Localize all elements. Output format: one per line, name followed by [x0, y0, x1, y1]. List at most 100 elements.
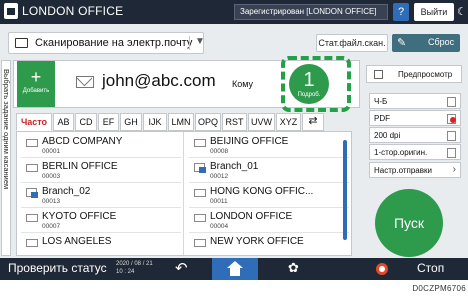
- time: 10 : 24: [116, 269, 135, 275]
- date: 2020 / 08 / 21: [116, 261, 153, 267]
- tab-frequent[interactable]: Часто: [16, 113, 52, 131]
- address-entry[interactable]: BERLIN OFFICE 00003: [21, 159, 181, 183]
- mail-icon: [26, 164, 38, 172]
- tab-gh[interactable]: GH: [120, 113, 142, 131]
- scanner-icon: [15, 38, 28, 48]
- entry-id: 00013: [42, 198, 61, 205]
- scan-mode-label: Сканирование на электр.почту: [35, 37, 193, 49]
- switch-list-icon[interactable]: ⇄: [302, 113, 324, 131]
- scan-file-status-button[interactable]: Стат.файл.скан.: [316, 34, 388, 52]
- color-mode-value: Ч-Б: [374, 97, 388, 106]
- send-settings-label: Настр.отправки: [374, 166, 432, 175]
- check-status-button[interactable]: Проверить статус: [8, 261, 107, 275]
- tab-ab[interactable]: AB: [53, 113, 74, 131]
- group-icon: [194, 163, 206, 173]
- document-icon: [447, 97, 456, 107]
- preview-toggle[interactable]: Предпросмотр: [366, 65, 462, 83]
- entry-name: KYOTO OFFICE: [42, 211, 117, 222]
- highlight-frame: [281, 56, 351, 112]
- address-entry[interactable]: LOS ANGELES: [21, 234, 181, 255]
- stop-button[interactable]: Стоп: [417, 261, 444, 275]
- entry-id: 00012: [210, 173, 229, 180]
- address-entry[interactable]: BEIJING OFFICE 00008: [189, 134, 349, 158]
- entry-id: 00003: [42, 173, 61, 180]
- original-sides-value: 1-стор.оригин.: [374, 148, 428, 157]
- address-list: ABCD COMPANY 00001 BERLIN OFFICE 00003 B…: [16, 131, 352, 256]
- entry-id: 00004: [210, 223, 229, 230]
- group-icon: [26, 188, 38, 198]
- original-sides-setting[interactable]: 1-стор.оригин.: [369, 144, 461, 160]
- entry-name: Branch_01: [210, 161, 259, 172]
- address-entry[interactable]: HONG KONG OFFIC... 00011: [189, 184, 349, 208]
- back-icon[interactable]: ↶: [175, 259, 188, 277]
- entry-name: LOS ANGELES: [42, 236, 112, 247]
- mail-icon: [194, 139, 206, 147]
- address-index-tabs: Часто AB CD EF GH IJK LMN OPQ RST UVW XY…: [16, 113, 346, 131]
- top-bar: LONDON OFFICE Зарегистрирован [LONDON OF…: [0, 0, 468, 24]
- address-entry[interactable]: ABCD COMPANY 00001: [21, 134, 181, 158]
- to-label: Кому: [232, 79, 254, 89]
- color-mode-setting[interactable]: Ч-Б: [369, 93, 461, 109]
- gear-icon[interactable]: ✿: [288, 260, 299, 276]
- mail-icon: [26, 139, 38, 147]
- pdf-icon: [447, 114, 456, 124]
- entry-id: 00007: [42, 223, 61, 230]
- tab-xyz[interactable]: XYZ: [276, 113, 301, 131]
- preview-label: Предпросмотр: [398, 70, 453, 79]
- tab-lmn[interactable]: LMN: [168, 113, 194, 131]
- address-entry[interactable]: KYOTO OFFICE 00007: [21, 209, 181, 233]
- home-icon: [227, 261, 243, 268]
- energy-saver-icon[interactable]: ☾: [457, 3, 468, 21]
- stop-icon[interactable]: [376, 263, 388, 275]
- logout-button[interactable]: Выйти: [414, 3, 454, 21]
- address-entry[interactable]: Branch_01 00012: [189, 159, 349, 183]
- column-divider: [183, 132, 184, 255]
- chevron-down-icon[interactable]: ▼: [189, 36, 205, 50]
- bottom-bar: Проверить статус 2020 / 08 / 21 10 : 24 …: [0, 258, 468, 280]
- mail-icon: [26, 214, 38, 222]
- add-destination-button[interactable]: + Добавить: [17, 61, 55, 107]
- send-settings-button[interactable]: Настр.отправки ›: [369, 162, 461, 178]
- resolution-icon: [447, 131, 456, 141]
- printer-icon: [4, 3, 18, 19]
- reset-button[interactable]: ✎ Сброс: [392, 34, 460, 52]
- file-type-setting[interactable]: PDF: [369, 110, 461, 126]
- date-time: 2020 / 08 / 21 10 : 24: [116, 260, 153, 276]
- entry-name: ABCD COMPANY: [42, 136, 123, 147]
- help-button[interactable]: ?: [393, 3, 409, 21]
- plus-icon: +: [30, 67, 42, 87]
- entry-name: BEIJING OFFICE: [210, 136, 289, 147]
- pencil-icon: ✎: [397, 37, 407, 49]
- figure-code: D0CZPM6706: [412, 284, 466, 293]
- one-touch-job-label: Выбрать задание одним касанием: [2, 69, 11, 190]
- scan-mode-select[interactable]: Сканирование на электр.почту ▼: [8, 32, 205, 54]
- tab-cd[interactable]: CD: [75, 113, 97, 131]
- entry-id: 00008: [210, 148, 229, 155]
- home-icon-body: [230, 268, 240, 276]
- resolution-setting[interactable]: 200 dpi: [369, 127, 461, 143]
- mail-icon: [194, 189, 206, 197]
- preview-checkbox[interactable]: [374, 70, 383, 79]
- entry-name: LONDON OFFICE: [210, 211, 293, 222]
- destination-entry[interactable]: john@abc.com: [64, 68, 220, 94]
- home-button[interactable]: [212, 258, 258, 280]
- page-icon: [447, 148, 456, 158]
- tab-uvw[interactable]: UVW: [248, 113, 275, 131]
- address-entry[interactable]: LONDON OFFICE 00004: [189, 209, 349, 233]
- tab-rst[interactable]: RST: [222, 113, 247, 131]
- address-entry[interactable]: NEW YORK OFFICE: [189, 234, 349, 255]
- mail-icon: [194, 239, 206, 247]
- entry-name: BERLIN OFFICE: [42, 161, 118, 172]
- address-entry[interactable]: Branch_02 00013: [21, 184, 181, 208]
- tab-ijk[interactable]: IJK: [143, 113, 167, 131]
- tab-opq[interactable]: OPQ: [195, 113, 221, 131]
- entry-name: Branch_02: [42, 186, 91, 197]
- envelope-icon: [76, 76, 94, 88]
- address-list-scrollbar[interactable]: [343, 140, 347, 240]
- one-touch-job-tab[interactable]: Выбрать задание одним касанием: [1, 60, 11, 256]
- start-button[interactable]: Пуск: [375, 189, 443, 257]
- login-status[interactable]: Зарегистрирован [LONDON OFFICE]: [234, 4, 388, 20]
- entry-name: HONG KONG OFFIC...: [210, 186, 314, 197]
- destination-email: john@abc.com: [102, 71, 216, 90]
- tab-ef[interactable]: EF: [98, 113, 119, 131]
